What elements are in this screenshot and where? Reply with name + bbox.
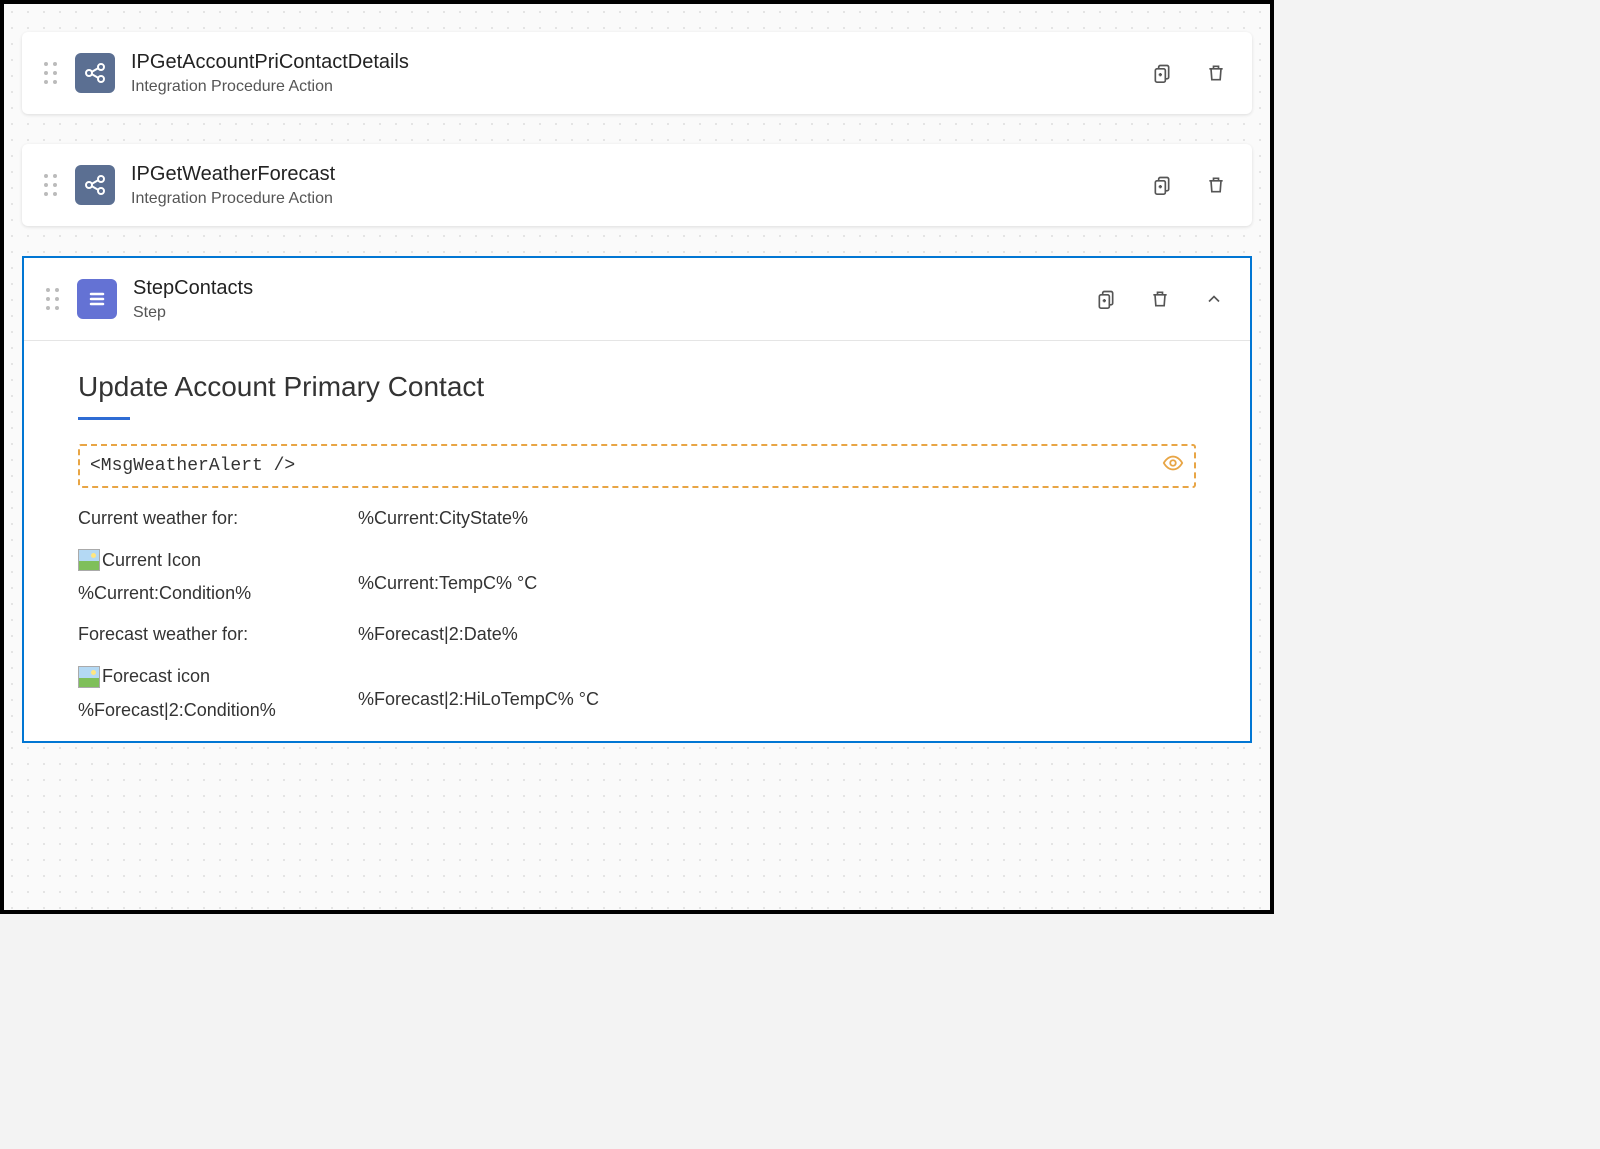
forecast-condition-merge: %Forecast|2:Condition%	[78, 700, 358, 721]
current-weather-label: Current weather for:	[78, 508, 358, 529]
element-subtitle: Integration Procedure Action	[131, 78, 1148, 96]
integration-procedure-icon	[75, 53, 115, 93]
copy-button[interactable]	[1148, 171, 1176, 199]
integration-procedure-icon	[75, 165, 115, 205]
delete-button[interactable]	[1146, 285, 1174, 313]
element-title: StepContacts	[133, 276, 1092, 300]
current-condition-merge: %Current:Condition%	[78, 583, 358, 604]
forecast-date-merge: %Forecast|2:Date%	[358, 624, 1196, 645]
section-title: Update Account Primary Contact	[78, 371, 484, 411]
current-citystate-merge: %Current:CityState%	[358, 508, 1196, 529]
step-icon	[77, 279, 117, 319]
delete-button[interactable]	[1202, 59, 1230, 87]
drag-handle-icon[interactable]	[46, 288, 59, 310]
element-ip-account-contact[interactable]: IPGetAccountPriContactDetails Integratio…	[22, 32, 1252, 114]
drag-handle-icon[interactable]	[44, 174, 57, 196]
weather-data-preview: Current weather for: %Current:CityState%…	[78, 508, 1196, 721]
element-ip-weather-forecast[interactable]: IPGetWeatherForecast Integration Procedu…	[22, 144, 1252, 226]
design-canvas: IPGetAccountPriContactDetails Integratio…	[4, 4, 1270, 910]
title-underline	[78, 417, 130, 420]
element-subtitle: Integration Procedure Action	[131, 190, 1148, 208]
preview-icon[interactable]	[1162, 452, 1184, 480]
forecast-icon-broken-image: Forecast icon	[78, 666, 210, 688]
delete-button[interactable]	[1202, 171, 1230, 199]
current-temp-merge: %Current:TempC% °C	[358, 549, 1196, 594]
step-body: Update Account Primary Contact <MsgWeath…	[24, 341, 1250, 721]
current-icon-broken-image: Current Icon	[78, 549, 201, 571]
placeholder-tag: <MsgWeatherAlert />	[90, 456, 295, 476]
element-step-contacts[interactable]: StepContacts Step	[22, 256, 1252, 743]
forecast-temp-merge: %Forecast|2:HiLoTempC% °C	[358, 665, 1196, 710]
msg-weather-alert-placeholder[interactable]: <MsgWeatherAlert />	[78, 444, 1196, 488]
forecast-weather-label: Forecast weather for:	[78, 624, 358, 645]
drag-handle-icon[interactable]	[44, 62, 57, 84]
element-title: IPGetAccountPriContactDetails	[131, 50, 1148, 74]
element-title: IPGetWeatherForecast	[131, 162, 1148, 186]
element-subtitle: Step	[133, 304, 1092, 322]
copy-button[interactable]	[1092, 285, 1120, 313]
copy-button[interactable]	[1148, 59, 1176, 87]
collapse-button[interactable]	[1200, 285, 1228, 313]
app-frame: IPGetAccountPriContactDetails Integratio…	[0, 0, 1274, 914]
